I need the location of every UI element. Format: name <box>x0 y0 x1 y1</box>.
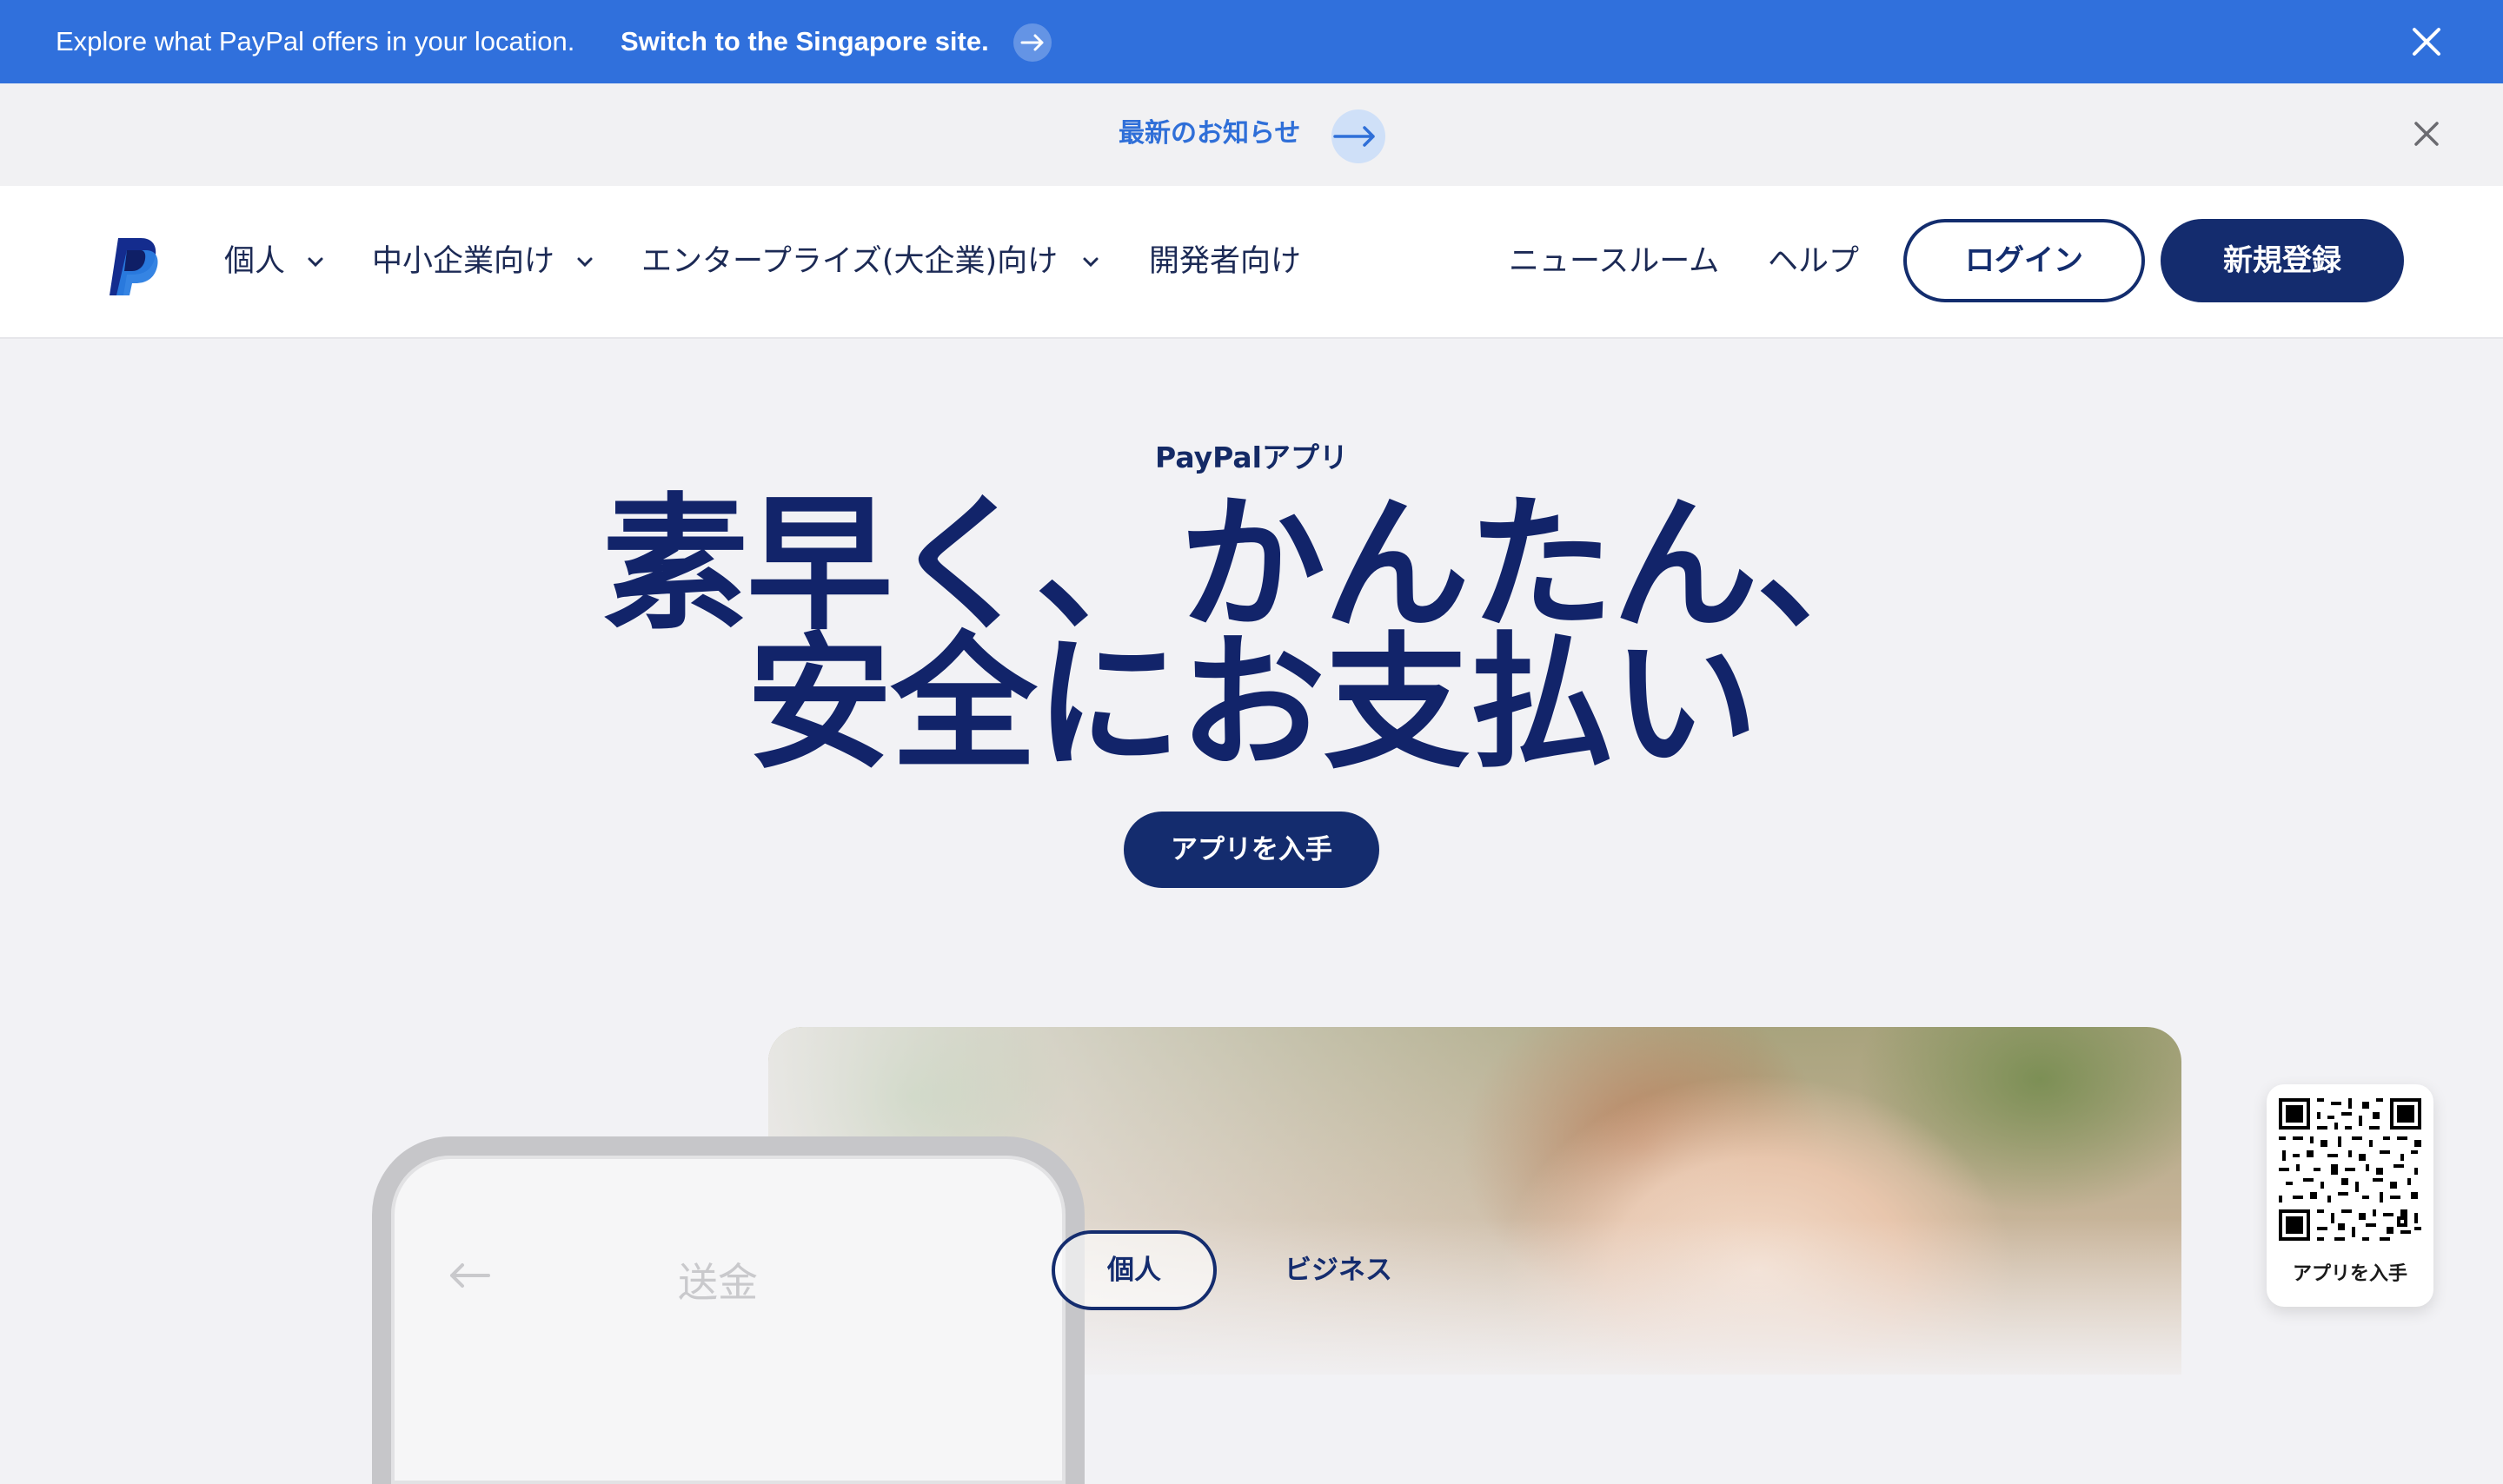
phone-mockup: 送金 <box>372 1136 1085 1484</box>
announcement-bar: 最新のお知らせ <box>0 83 2503 186</box>
nav-item-developers[interactable]: 開発者向け <box>1149 242 1301 282</box>
get-app-button[interactable]: アプリを入手 <box>1124 812 1379 888</box>
nav-newsroom-link[interactable]: ニュースルーム <box>1509 242 1719 282</box>
segment-business-button[interactable]: ビジネス <box>1269 1230 1408 1310</box>
qr-card-label: アプリを入手 <box>2292 1263 2407 1285</box>
login-button[interactable]: ログイン <box>1903 219 2145 302</box>
nav-item-personal[interactable]: 個人 <box>224 242 285 282</box>
nav-item-enterprise[interactable]: エンタープライズ(大企業)向け <box>641 242 1058 282</box>
main-nav: 個人 中小企業向け エンタープライズ(大企業)向け 開発者向け ニュースルーム … <box>0 186 2503 339</box>
signup-button[interactable]: 新規登録 <box>2161 219 2404 302</box>
chevron-down-icon[interactable] <box>306 255 325 269</box>
arrow-left-icon <box>445 1258 494 1293</box>
paypal-logo[interactable] <box>106 236 162 297</box>
hero-eyebrow: PayPalアプリ <box>1155 441 1348 474</box>
hero-title: 素早く、かんたん、 安全にお支払い <box>0 480 2503 789</box>
switch-site-link[interactable]: Switch to the Singapore site. <box>621 24 989 59</box>
nav-item-smb[interactable]: 中小企業向け <box>372 242 554 282</box>
chevron-down-icon[interactable] <box>1081 255 1100 269</box>
phone-screen-title: 送金 <box>678 1259 758 1306</box>
geo-banner-text: Explore what PayPal offers in your locat… <box>56 26 575 56</box>
close-icon[interactable] <box>2407 115 2446 153</box>
arrow-right-icon[interactable] <box>1013 23 1052 62</box>
close-icon[interactable] <box>2407 23 2446 61</box>
hero-title-line-1: 素早く、かんたん、 <box>602 480 1902 650</box>
nav-help-link[interactable]: ヘルプ <box>1768 242 1859 282</box>
chevron-down-icon[interactable] <box>575 255 594 269</box>
hero-title-line-2: 安全にお支払い <box>747 619 1758 789</box>
geo-banner: Explore what PayPal offers in your locat… <box>0 0 2503 83</box>
announcement-link[interactable]: 最新のお知らせ <box>1119 116 1300 151</box>
segment-personal-button[interactable]: 個人 <box>1052 1230 1217 1310</box>
arrow-right-icon[interactable] <box>1331 109 1385 163</box>
qr-code-icon <box>2275 1095 2425 1244</box>
qr-card[interactable]: アプリを入手 <box>2267 1084 2433 1307</box>
